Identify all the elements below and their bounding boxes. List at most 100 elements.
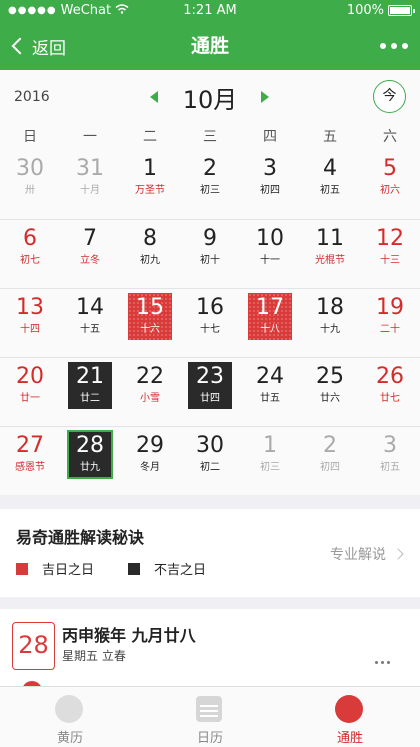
- day-number: 27: [16, 433, 44, 458]
- lunar-label: 廿一: [20, 393, 40, 404]
- next-month-icon[interactable]: [261, 91, 269, 103]
- calendar-day-cell[interactable]: 30 初二: [180, 427, 240, 496]
- day-number: 18: [316, 295, 344, 320]
- more-dot-icon: [402, 43, 408, 49]
- calendar-day-cell[interactable]: 22 小雪: [120, 358, 180, 427]
- calendar-day-cell[interactable]: 14 十五: [60, 289, 120, 358]
- calendar-day-cell[interactable]: 6 初七: [0, 220, 60, 289]
- lunar-label: 初四: [260, 185, 280, 196]
- calendar-day-cell[interactable]: 30 卅: [0, 150, 60, 219]
- calendar-day-cell[interactable]: 31 十月: [60, 150, 120, 219]
- day-number: 1: [143, 156, 157, 181]
- calendar-day-cell[interactable]: 4 初五: [300, 150, 360, 219]
- calendar-day-cell[interactable]: 12 十三: [360, 220, 420, 289]
- calendar-week-row: 27 感恩节 28 廿九 29 冬月 30 初二 1 初三 2 初四 3 初五: [0, 426, 420, 495]
- calendar-day-cell[interactable]: 1 初三: [240, 427, 300, 496]
- calendar-day-cell[interactable]: 16 十七: [180, 289, 240, 358]
- day-number: 5: [383, 156, 397, 181]
- calendar-day-cell[interactable]: 29 冬月: [120, 427, 180, 496]
- day-box: 20 廿一: [8, 362, 52, 409]
- calendar-icon: [196, 696, 222, 722]
- day-number: 8: [143, 226, 157, 251]
- good-day-swatch: [16, 562, 28, 575]
- calendar-day-cell[interactable]: 1 万圣节: [120, 150, 180, 219]
- calendar-day-cell[interactable]: 9 初十: [180, 220, 240, 289]
- calendar-day-cell[interactable]: 19 二十: [360, 289, 420, 358]
- day-number: 17: [256, 295, 284, 320]
- calendar-day-cell[interactable]: 3 初四: [240, 150, 300, 219]
- lunar-label: 初五: [320, 185, 340, 196]
- lunar-label: 十三: [380, 255, 400, 266]
- calendar-day-cell[interactable]: 18 十九: [300, 289, 360, 358]
- day-number: 24: [256, 364, 284, 389]
- weekday-label: 一: [83, 129, 97, 145]
- calendar-day-cell[interactable]: 2 初四: [300, 427, 360, 496]
- calendar-day-cell[interactable]: 21 廿二: [60, 358, 120, 427]
- calendar-day-cell[interactable]: 20 廿一: [0, 358, 60, 427]
- calendar-day-cell[interactable]: 25 廿六: [300, 358, 360, 427]
- tab-tongsheng[interactable]: 通胜: [280, 687, 420, 747]
- calendar-day-cell[interactable]: 26 廿七: [360, 358, 420, 427]
- calendar-day-cell[interactable]: 17 十八: [240, 289, 300, 358]
- day-number: 2: [323, 433, 337, 458]
- calendar-day-cell[interactable]: 24 廿五: [240, 358, 300, 427]
- calendar-day-cell[interactable]: 10 十一: [240, 220, 300, 289]
- day-number: 4: [323, 156, 337, 181]
- calendar-day-cell[interactable]: 8 初九: [120, 220, 180, 289]
- calendar-day-cell[interactable]: 11 光棍节: [300, 220, 360, 289]
- weekday-label: 三: [203, 129, 217, 145]
- calendar-day-cell[interactable]: 3 初五: [360, 427, 420, 496]
- page-title: 通胜: [190, 35, 229, 57]
- day-box: 21 廿二: [68, 362, 112, 409]
- day-number: 21: [76, 364, 104, 389]
- day-number: 19: [376, 295, 404, 320]
- day-box: 27 感恩节: [8, 431, 52, 478]
- calendar-day-cell[interactable]: 13 十四: [0, 289, 60, 358]
- ellipsis-icon: [375, 661, 390, 664]
- tab-label: 通胜: [336, 731, 363, 746]
- legend-bad: 不吉之日: [128, 559, 206, 578]
- day-number: 3: [383, 433, 397, 458]
- more-dot-icon: [380, 43, 386, 49]
- selected-day-card[interactable]: 28 丙申猴年 九月廿八 星期五 立春: [0, 609, 420, 701]
- pro-explain-label: 专业解说: [330, 547, 386, 563]
- more-button[interactable]: [380, 22, 408, 70]
- day-number: 20: [16, 364, 44, 389]
- calendar-day-cell[interactable]: 2 初三: [180, 150, 240, 219]
- tab-rili[interactable]: 日历: [140, 687, 280, 747]
- day-number: 10: [256, 226, 284, 251]
- calendar-day-cell[interactable]: 7 立冬: [60, 220, 120, 289]
- calendar-day-cell[interactable]: 5 初六: [360, 150, 420, 219]
- day-number: 31: [76, 156, 104, 181]
- day-number: 1: [263, 433, 277, 458]
- day-box: 30 卅: [8, 154, 52, 201]
- battery-percent: 100%: [346, 3, 384, 18]
- lunar-label: 十六: [140, 324, 160, 335]
- day-number: 30: [196, 433, 224, 458]
- lunar-label: 十八: [260, 324, 280, 335]
- tab-huangli[interactable]: 黄历: [0, 687, 140, 747]
- day-number: 22: [136, 364, 164, 389]
- day-box: 26 廿七: [368, 362, 412, 409]
- day-number: 30: [16, 156, 44, 181]
- lunar-label: 廿七: [380, 393, 400, 404]
- pro-explain-link[interactable]: 专业解说: [330, 544, 404, 564]
- lunar-label: 初十: [200, 255, 220, 266]
- good-day-label: 吉日之日: [42, 563, 95, 578]
- day-box: 1 万圣节: [128, 154, 172, 201]
- day-box: 5 初六: [368, 154, 412, 201]
- day-box: 24 廿五: [248, 362, 292, 409]
- lunar-label: 初九: [140, 255, 160, 266]
- day-number: 11: [316, 226, 344, 251]
- tab-bar: 黄历 日历 通胜: [0, 686, 420, 747]
- calendar-day-cell[interactable]: 23 廿四: [180, 358, 240, 427]
- day-number: 3: [263, 156, 277, 181]
- today-button[interactable]: 今: [373, 80, 406, 113]
- calendar-grid: 30 卅 31 十月 1 万圣节 2 初三 3 初四 4 初五 5 初六 6 初七 7 立冬 8 初九 9 初十 10 十一 1…: [0, 150, 420, 495]
- tongsheng-icon: [335, 695, 363, 723]
- calendar-day-cell[interactable]: 28 廿九: [60, 427, 120, 496]
- calendar-day-cell[interactable]: 15 十六: [120, 289, 180, 358]
- lunar-label: 十九: [320, 324, 340, 335]
- calendar-day-cell[interactable]: 27 感恩节: [0, 427, 60, 496]
- month-label: 10月: [182, 86, 238, 114]
